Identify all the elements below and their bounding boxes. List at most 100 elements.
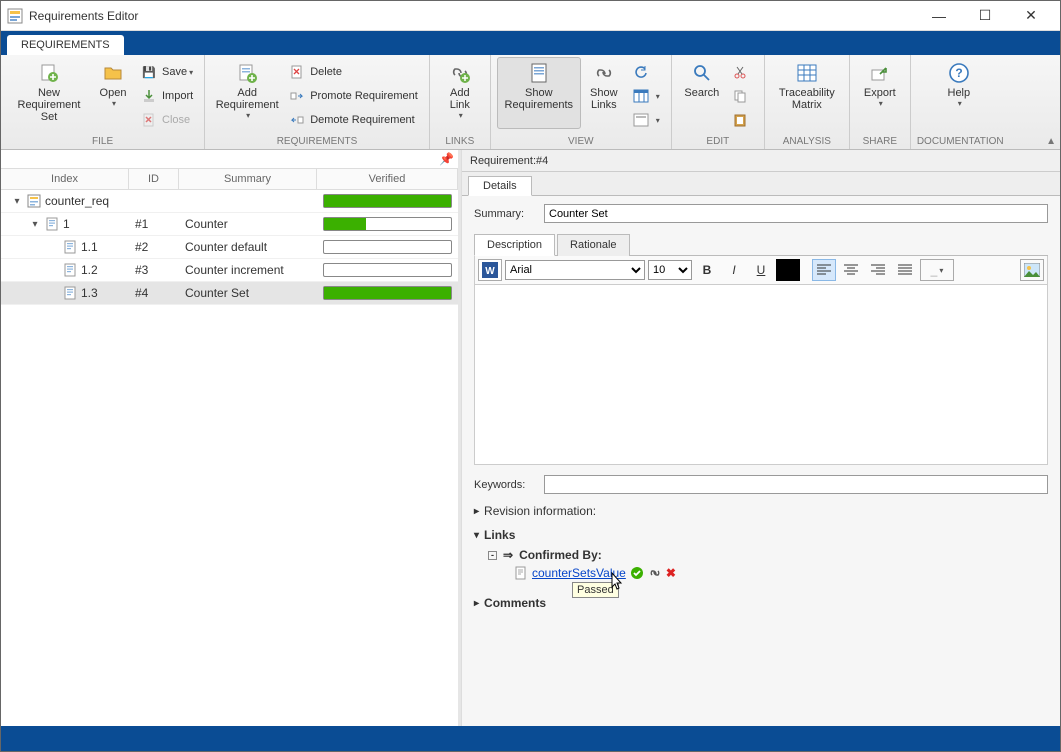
tree-row[interactable]: ▾counter_req	[1, 190, 458, 213]
export-button[interactable]: Export ▾	[856, 57, 904, 129]
pin-icon[interactable]: 📌	[439, 152, 454, 166]
export-icon	[870, 62, 890, 84]
comments-section-header[interactable]: ▸ Comments	[474, 596, 1048, 610]
link-add-icon	[450, 62, 470, 84]
align-center-button[interactable]	[839, 259, 863, 281]
row-summary: Counter increment	[179, 263, 317, 277]
save-button[interactable]: 💾Save▾	[135, 61, 198, 83]
keywords-label: Keywords:	[474, 479, 534, 491]
group-label-edit: EDIT	[678, 136, 758, 149]
link-doc-icon	[514, 566, 528, 580]
paste-button[interactable]	[726, 109, 758, 131]
row-id: #3	[129, 263, 179, 277]
promote-requirement-button[interactable]: Promote Requirement	[283, 85, 423, 107]
header-id[interactable]: ID	[129, 169, 179, 189]
italic-button[interactable]: I	[722, 259, 746, 281]
ribbon-group-share: Export ▾ SHARE	[850, 55, 911, 149]
show-requirements-button[interactable]: Show Requirements	[497, 57, 581, 129]
ribbon-group-analysis: Traceability Matrix ANALYSIS	[765, 55, 850, 149]
subtab-description[interactable]: Description	[474, 234, 555, 256]
header-verified[interactable]: Verified	[317, 169, 458, 189]
view-refresh-button[interactable]	[627, 61, 665, 83]
demote-icon	[288, 113, 306, 127]
copy-button[interactable]	[726, 85, 758, 107]
help-button[interactable]: ? Help ▾	[917, 57, 1001, 129]
main-split: 📌 Index ID Summary Verified ▾counter_req…	[1, 150, 1060, 726]
links-section-header[interactable]: ▾ Links	[474, 528, 1048, 542]
add-requirement-button[interactable]: Add Requirement ▾	[211, 57, 283, 129]
app-window: Requirements Editor — ☐ ✕ REQUIREMENTS N…	[0, 0, 1061, 752]
align-right-button[interactable]	[866, 259, 890, 281]
delete-link-icon[interactable]: ✖	[666, 566, 676, 580]
row-index-label: 1.1	[81, 240, 98, 254]
group-label-view: VIEW	[497, 136, 665, 149]
cut-button[interactable]	[726, 61, 758, 83]
tab-details[interactable]: Details	[468, 176, 532, 196]
document-icon	[530, 62, 548, 84]
twisty-icon[interactable]: ▾	[29, 219, 41, 230]
view-info-button[interactable]: ▾	[627, 109, 665, 131]
revision-info-section[interactable]: ▸ Revision information:	[474, 504, 1048, 518]
delete-requirement-button[interactable]: Delete	[283, 61, 423, 83]
tab-requirements[interactable]: REQUIREMENTS	[7, 35, 124, 55]
svg-text:?: ?	[955, 66, 962, 80]
twisty-icon[interactable]: ▾	[11, 196, 23, 207]
link-target[interactable]: counterSetsValue	[532, 566, 626, 580]
add-link-button[interactable]: Add Link ▾	[436, 57, 484, 129]
description-textarea[interactable]	[474, 285, 1048, 465]
align-left-button[interactable]	[812, 259, 836, 281]
close-button[interactable]: ✕	[1008, 2, 1054, 30]
open-button[interactable]: Open ▾	[91, 57, 135, 129]
row-summary: Counter default	[179, 240, 317, 254]
show-links-button[interactable]: Show Links	[581, 57, 627, 129]
confirmed-by-row[interactable]: - ⇒ Confirmed By:	[488, 548, 1048, 562]
tree-row[interactable]: 1.2#3Counter increment	[1, 259, 458, 282]
new-requirement-set-button[interactable]: New Requirement Set	[7, 57, 91, 129]
titlebar: Requirements Editor — ☐ ✕	[1, 1, 1060, 31]
dropdown-icon: ▾	[656, 116, 660, 125]
fontsize-select[interactable]: 10	[648, 260, 692, 280]
ribbon-group-requirements: Add Requirement ▾ Delete Promote Require…	[205, 55, 430, 149]
textcolor-button[interactable]	[776, 259, 800, 281]
ribbon-group-file: New Requirement Set Open ▾ 💾Save▾ Import…	[1, 55, 205, 149]
import-button[interactable]: Import	[135, 85, 198, 107]
chevron-right-icon: ▸	[474, 506, 479, 517]
font-select[interactable]: Arial	[505, 260, 645, 280]
reqset-icon	[27, 194, 41, 208]
demote-requirement-button[interactable]: Demote Requirement	[283, 109, 423, 131]
row-summary: Counter	[179, 217, 317, 231]
requirement-icon	[45, 217, 59, 231]
ribbon-minimize-icon[interactable]: ▲	[1046, 136, 1056, 147]
group-label-doc: DOCUMENTATION	[917, 136, 1004, 149]
new-label: New Requirement Set	[8, 87, 90, 123]
bold-button[interactable]: B	[695, 259, 719, 281]
help-icon: ?	[949, 62, 969, 84]
search-button[interactable]: Search	[678, 57, 726, 129]
paragraph-style-select[interactable]: _▾	[920, 259, 954, 281]
dropdown-icon: ▾	[459, 111, 463, 120]
subtab-rationale[interactable]: Rationale	[557, 234, 629, 256]
tree-row[interactable]: 1.3#4Counter Set	[1, 282, 458, 305]
maximize-button[interactable]: ☐	[962, 2, 1008, 30]
summary-row: Summary:	[474, 204, 1048, 223]
req-id: #4	[536, 155, 548, 167]
tree-header: Index ID Summary Verified	[1, 168, 458, 190]
row-verified	[317, 240, 458, 254]
align-justify-button[interactable]	[893, 259, 917, 281]
links-section-container: ▾ Links - ⇒ Confirmed By: counterSetsVal…	[474, 528, 1048, 586]
word-icon[interactable]: W	[478, 259, 502, 281]
row-verified	[317, 286, 458, 300]
header-summary[interactable]: Summary	[179, 169, 317, 189]
minimize-button[interactable]: —	[916, 2, 962, 30]
close-file-button: Close	[135, 109, 198, 131]
tree-row[interactable]: ▾1#1Counter	[1, 213, 458, 236]
view-columns-button[interactable]: ▾	[627, 85, 665, 107]
tree-row[interactable]: 1.1#2Counter default	[1, 236, 458, 259]
insert-image-button[interactable]	[1020, 259, 1044, 281]
traceability-matrix-button[interactable]: Traceability Matrix	[771, 57, 843, 129]
link-icon[interactable]	[648, 566, 662, 580]
keywords-input[interactable]	[544, 475, 1048, 494]
header-index[interactable]: Index	[1, 169, 129, 189]
underline-button[interactable]: U	[749, 259, 773, 281]
summary-input[interactable]	[544, 204, 1048, 223]
